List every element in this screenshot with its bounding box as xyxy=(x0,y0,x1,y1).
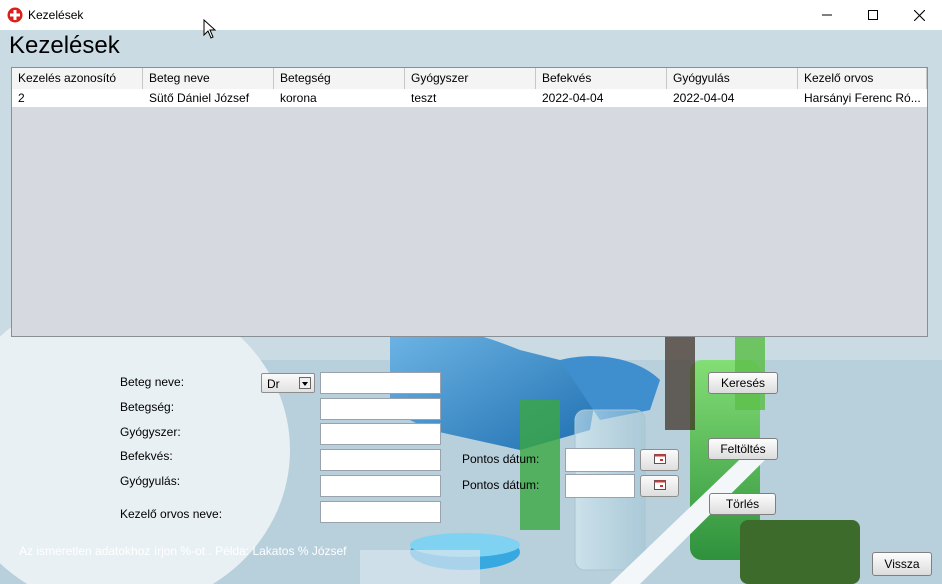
title-select[interactable]: Dr xyxy=(261,373,315,393)
calendar-icon xyxy=(653,479,666,493)
exact-date-input-2[interactable] xyxy=(565,474,635,498)
maximize-button[interactable] xyxy=(850,0,896,30)
table-cell: 2022-04-04 xyxy=(542,91,604,105)
back-button[interactable]: Vissza xyxy=(872,552,932,576)
disease-label: Betegség: xyxy=(120,400,175,414)
table-cell: 2 xyxy=(18,91,25,105)
calendar-icon xyxy=(653,453,666,467)
page-title: Kezelések xyxy=(9,32,120,59)
column-header[interactable]: Befekvés xyxy=(536,68,667,89)
exact-date-label-2: Pontos dátum: xyxy=(462,478,540,492)
exact-date-label-1: Pontos dátum: xyxy=(462,452,540,466)
column-header[interactable]: Betegség xyxy=(274,68,405,89)
table-cell: Harsányi Ferenc Ró... xyxy=(804,91,921,105)
patient-name-input[interactable] xyxy=(320,372,441,394)
doctor-name-label: Kezelő orvos neve: xyxy=(120,507,223,521)
admission-input[interactable] xyxy=(320,449,441,471)
disease-input[interactable] xyxy=(320,398,441,420)
table-cell: Sütő Dániel József xyxy=(149,91,250,105)
table-cell: 2022-04-04 xyxy=(673,91,735,105)
red-cross-icon xyxy=(7,7,23,23)
title-bar: Kezelések xyxy=(0,0,942,30)
treatments-table[interactable]: Kezelés azonosító Beteg neve Betegség Gy… xyxy=(11,67,928,337)
table-header: Kezelés azonosító Beteg neve Betegség Gy… xyxy=(12,68,927,90)
recovery-label: Gyógyulás: xyxy=(120,474,181,488)
title-select-value: Dr xyxy=(267,377,280,391)
table-cell: teszt xyxy=(411,91,437,105)
hint-text: Az ismeretlen adatokhoz írjon %-ot . Pél… xyxy=(19,544,347,558)
upload-button[interactable]: Feltöltés xyxy=(708,438,778,460)
mouse-cursor-icon xyxy=(203,18,217,39)
date-picker-button-2[interactable] xyxy=(640,475,679,497)
delete-button[interactable]: Törlés xyxy=(709,493,776,515)
table-row[interactable]: 2 Sütő Dániel József korona teszt 2022-0… xyxy=(12,89,927,107)
column-header[interactable]: Kezelő orvos xyxy=(798,68,927,89)
search-button[interactable]: Keresés xyxy=(708,372,778,394)
medicine-input[interactable] xyxy=(320,423,441,445)
chevron-down-icon xyxy=(299,377,311,389)
column-header[interactable]: Gyógyulás xyxy=(667,68,798,89)
column-header[interactable]: Gyógyszer xyxy=(405,68,536,89)
patient-name-label: Beteg neve: xyxy=(120,375,185,389)
window-title: Kezelések xyxy=(28,8,84,22)
table-cell: korona xyxy=(280,91,317,105)
close-button[interactable] xyxy=(896,0,942,30)
admission-label: Befekvés: xyxy=(120,449,173,463)
medicine-label: Gyógyszer: xyxy=(120,425,181,439)
doctor-name-input[interactable] xyxy=(320,501,441,523)
date-picker-button-1[interactable] xyxy=(640,449,679,471)
recovery-input[interactable] xyxy=(320,475,441,497)
column-header[interactable]: Kezelés azonosító xyxy=(12,68,143,89)
exact-date-input-1[interactable] xyxy=(565,448,635,472)
column-header[interactable]: Beteg neve xyxy=(143,68,274,89)
minimize-button[interactable] xyxy=(804,0,850,30)
